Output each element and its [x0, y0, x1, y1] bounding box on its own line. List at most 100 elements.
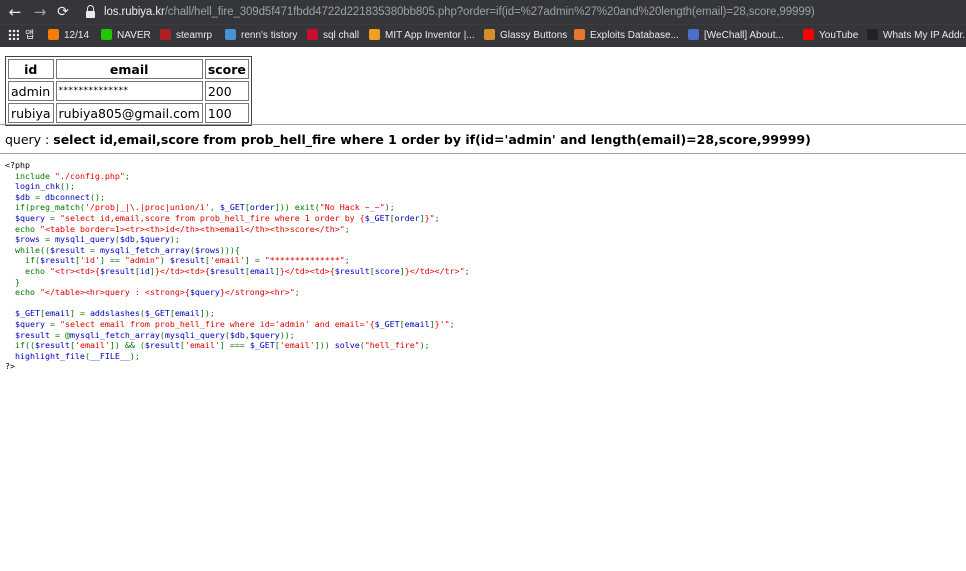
code-token: email — [174, 308, 200, 319]
column-header-id: id — [8, 59, 54, 79]
youtube-icon — [803, 28, 814, 40]
code-token: solve — [334, 340, 360, 351]
code-line: $_GET[email] = addslashes($_GET[email]); — [5, 308, 215, 318]
code-token: = — [49, 212, 60, 223]
glassy-icon — [484, 28, 495, 40]
bookmark-item[interactable]: Whats My IP Addr... — [867, 25, 966, 47]
cell-email: ************** — [55, 81, 203, 101]
code-token: }</strong><hr>" — [219, 287, 295, 298]
cell-id: admin — [8, 81, 54, 101]
code-line: $query = "select email from prob_hell_fi… — [5, 319, 455, 329]
code-token: $result — [209, 265, 245, 276]
code-token: ); — [419, 340, 430, 351]
code-token: email — [404, 318, 430, 329]
code-line: $rows = mysqli_query($db,$query); — [5, 234, 180, 244]
bookmark-item[interactable]: 앱 — [8, 25, 34, 47]
naver-icon — [101, 28, 112, 40]
code-token: 'id' — [79, 255, 100, 266]
code-token: $result — [5, 329, 55, 340]
code-token: $query — [5, 318, 50, 329]
steam-icon — [160, 28, 171, 40]
bookmark-item[interactable]: Exploits Database... — [574, 25, 679, 47]
code-token: $result — [49, 244, 90, 255]
lock-icon[interactable] — [86, 5, 95, 19]
code-token: echo — [15, 287, 40, 298]
bookmark-item[interactable]: 12/14 — [48, 25, 89, 47]
bookmark-item[interactable]: renn's tistory — [225, 25, 297, 47]
forward-arrow-icon[interactable]: → — [29, 0, 51, 24]
code-token: $db — [5, 191, 35, 202]
bookmark-item[interactable]: NAVER — [101, 25, 151, 47]
code-line: $query = "select id,email,score from pro… — [5, 213, 440, 223]
code-token: ; — [464, 265, 470, 276]
code-line: echo "</table><hr>query : <strong>{$quer… — [5, 287, 300, 297]
code-token: 'email' — [74, 340, 110, 351]
source-code: <?php include "./config.php"; login_chk(… — [5, 160, 470, 372]
code-token: $rows — [194, 244, 220, 255]
code-token: if(preg_match( — [15, 202, 85, 213]
code-token: id — [139, 265, 150, 276]
cell-score: 200 — [204, 81, 249, 101]
bookmark-item[interactable]: [WeChall] About... — [688, 25, 784, 47]
code-token: = — [34, 191, 45, 202]
result-table: id email score admin ************** 200 … — [5, 56, 252, 126]
bookmark-item[interactable]: MIT App Inventor |... — [369, 25, 475, 47]
table-row: admin ************** 200 — [8, 81, 249, 101]
wechall-icon — [688, 28, 699, 40]
bookmark-label: Exploits Database... — [590, 30, 679, 41]
code-line: highlight_file(__FILE__); — [5, 351, 140, 361]
code-token: ] = — [69, 308, 90, 319]
bookmark-item[interactable]: YouTube — [803, 25, 858, 47]
code-token: mysqli_query — [164, 329, 225, 340]
code-token: email — [44, 308, 70, 319]
code-token: ] == — [99, 255, 125, 266]
code-token: mysqli_fetch_array — [69, 329, 160, 340]
code-token: order — [249, 202, 275, 213]
code-token: '/prob|_|\.|proc|union/i' — [84, 202, 210, 213]
code-token: ) — [159, 255, 170, 266]
code-token: ] = — [244, 255, 265, 266]
bookmark-label: YouTube — [819, 30, 859, 41]
code-token: 'email' — [279, 340, 315, 351]
bookmark-item[interactable]: sql chall — [307, 25, 359, 47]
code-token: mysqli_fetch_array — [99, 244, 190, 255]
code-token: ] === — [219, 340, 250, 351]
code-token: $db — [229, 329, 245, 340]
code-token: ); — [129, 350, 140, 361]
divider — [0, 124, 966, 125]
code-token: ; — [294, 287, 300, 298]
code-token: $query — [249, 329, 280, 340]
code-token: "select id,email,score from prob_hell_fi… — [59, 212, 365, 223]
back-arrow-icon[interactable]: ← — [4, 0, 26, 24]
bookmark-label: [WeChall] About... — [704, 30, 784, 41]
query-line: query : select id,email,score from prob_… — [5, 132, 811, 147]
code-token: $result — [334, 265, 370, 276]
code-line: include "./config.php"; — [5, 171, 130, 181]
reload-icon[interactable]: ⟳ — [52, 0, 74, 24]
code-token: $result — [39, 255, 75, 266]
bookmark-label: 12/14 — [64, 30, 90, 41]
bookmark-item[interactable]: Glassy Buttons — [484, 25, 567, 47]
code-line: if(($result['email']) && ($result['email… — [5, 340, 430, 350]
code-token: = @ — [54, 329, 70, 340]
code-token: )); — [279, 329, 295, 340]
code-token: "select email from prob_hell_fire where … — [59, 318, 375, 329]
blogger-icon — [48, 28, 59, 40]
code-token: $result — [169, 255, 205, 266]
code-token: ; — [344, 223, 350, 234]
bookmark-label: sql chall — [323, 30, 360, 41]
code-token: }</td><td>{ — [279, 265, 335, 276]
column-header-email: email — [55, 59, 203, 79]
code-token: ?> — [5, 361, 15, 372]
code-line: while(($result = mysqli_fetch_array($row… — [5, 245, 240, 255]
cell-score: 100 — [204, 103, 249, 123]
code-token: $_GET — [364, 212, 390, 223]
code-token: if( — [24, 255, 40, 266]
address-bar[interactable]: los.rubiya.kr/chall/hell_fire_309d5f471f… — [104, 0, 815, 24]
bookmark-item[interactable]: steamrp — [160, 25, 212, 47]
code-token: } — [5, 276, 20, 287]
table-header-row: id email score — [8, 59, 249, 79]
